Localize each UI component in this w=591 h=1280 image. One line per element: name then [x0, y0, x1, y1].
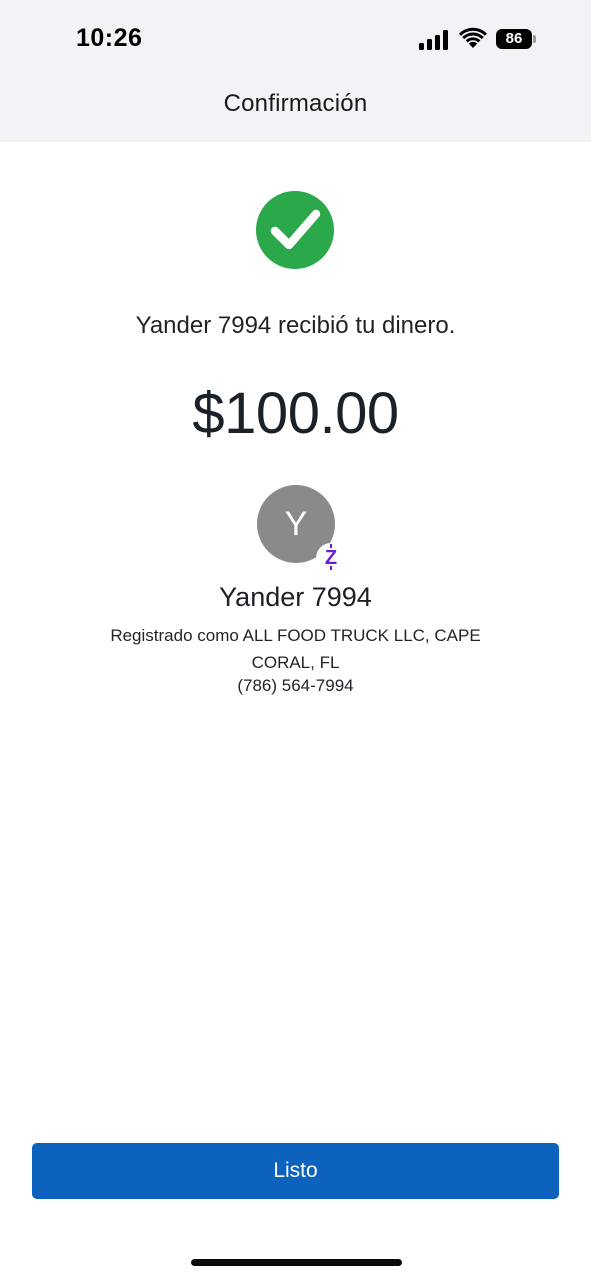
battery-tip — [533, 35, 536, 43]
amount-sent: $100.00 — [192, 381, 399, 446]
checkmark-circle-icon — [256, 191, 334, 269]
signal-icon — [419, 30, 448, 50]
zelle-glyph: Z — [325, 543, 337, 573]
home-indicator[interactable] — [191, 1259, 402, 1266]
recipient-phone: (786) 564-7994 — [237, 676, 354, 695]
page-title: Confirmación — [223, 90, 368, 117]
battery-icon: 86 — [496, 29, 536, 49]
zelle-icon: Z — [316, 543, 346, 573]
top-area: 10:26 86 Confirmación — [0, 0, 591, 142]
avatar-initial: Y — [284, 505, 308, 543]
confirmation-screen: 10:26 86 Confirmación Yander 7994 recibi… — [0, 0, 591, 1280]
battery-level: 86 — [496, 29, 532, 49]
done-button[interactable]: Listo — [32, 1143, 559, 1199]
confirmation-message: Yander 7994 recibió tu dinero. — [135, 312, 456, 339]
registered-business: Registrado como ALL FOOD TRUCK LLC, CAPE… — [110, 626, 481, 672]
recipient-name: Yander 7994 — [219, 582, 372, 612]
status-bar: 10:26 86 — [0, 0, 591, 80]
status-time: 10:26 — [76, 24, 143, 52]
wifi-icon — [459, 27, 487, 48]
